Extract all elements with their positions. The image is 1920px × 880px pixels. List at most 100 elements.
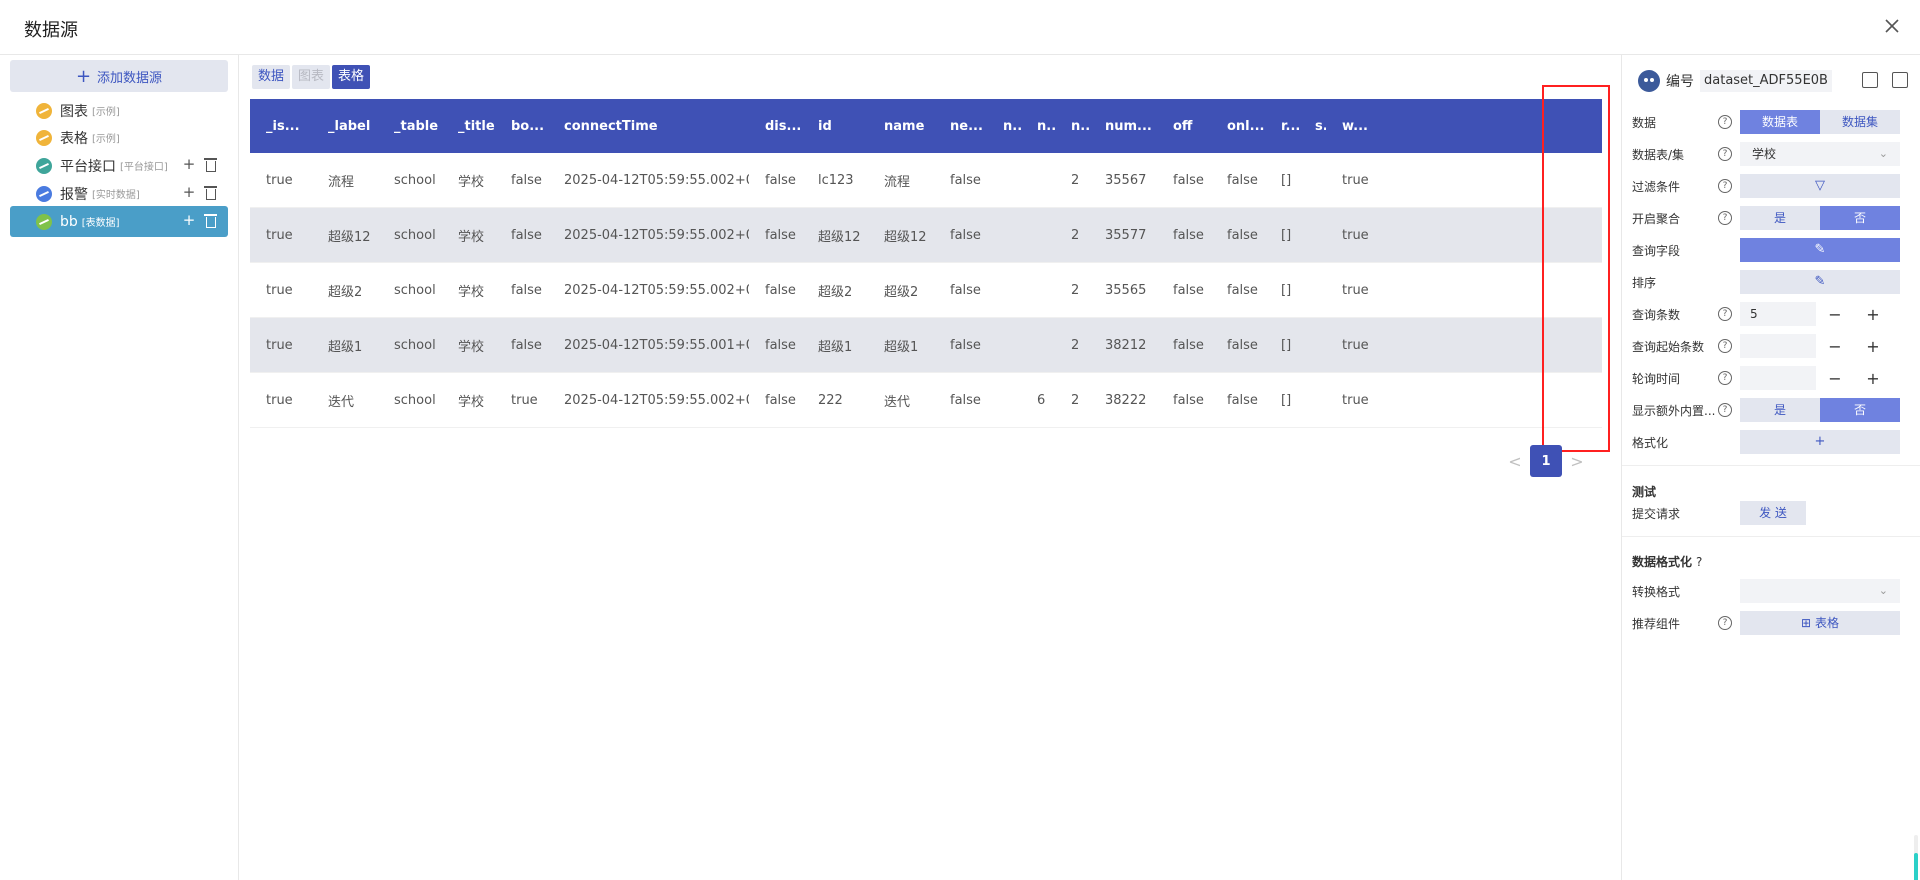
add-datasource-label: 添加数据源 — [97, 70, 163, 86]
table-row[interactable]: true 流程 school 学校 false 2025-04-12T05:59:55.0… — [250, 153, 1602, 208]
column-header[interactable]: n... — [1021, 99, 1055, 153]
trash-icon[interactable] — [204, 157, 218, 173]
table-cell: school — [394, 337, 436, 353]
column-header[interactable]: id — [802, 99, 868, 153]
plus-button[interactable]: + — [1854, 337, 1892, 356]
table-cell: false — [1227, 282, 1258, 298]
table-row[interactable]: true 超级12 school 学校 false 2025-04-12T05:59:55… — [250, 208, 1602, 263]
prev-page-button[interactable]: < — [1500, 452, 1530, 471]
table-cell: false — [511, 227, 542, 243]
filter-button[interactable]: ▽ — [1740, 174, 1900, 198]
column-header[interactable]: s... — [1299, 99, 1326, 153]
add-datasource-button[interactable]: + 添加数据源 — [10, 60, 228, 92]
sidebar-item-datasource[interactable]: 表格 [示例] — [10, 122, 228, 153]
dataset-id-value[interactable]: dataset_ADF55E0B — [1700, 70, 1832, 92]
table-cell: 迭代 — [328, 394, 355, 410]
data-type-toggle: 数据表 数据集 — [1740, 110, 1900, 134]
column-header[interactable]: ne... — [934, 99, 987, 153]
column-header[interactable]: bo... — [495, 99, 548, 153]
help-icon[interactable]: ? — [1718, 616, 1732, 630]
aggregation-yes-option[interactable]: 是 — [1740, 206, 1820, 230]
datasource-name: 报警 — [60, 186, 88, 203]
table-row[interactable]: true 迭代 school 学校 true 2025-04-12T05:59:55.00… — [250, 373, 1602, 428]
column-header[interactable]: dis... — [749, 99, 802, 153]
column-header[interactable]: name — [868, 99, 934, 153]
edit-icon[interactable] — [1892, 72, 1908, 88]
help-icon[interactable]: ? — [1718, 115, 1732, 129]
table-cell: false — [765, 227, 796, 243]
pencil-icon: ✎ — [1814, 242, 1826, 257]
minus-button[interactable]: − — [1816, 337, 1854, 356]
add-icon[interactable]: + — [182, 157, 196, 173]
convert-format-select[interactable]: ⌄ — [1740, 579, 1900, 603]
help-icon[interactable]: ? — [1718, 211, 1732, 225]
config-panel: 编号 dataset_ADF55E0B 数据 ? 数据表 数据集 数据表/集 ?… — [1621, 55, 1920, 880]
plus-button[interactable]: + — [1854, 369, 1892, 388]
column-header[interactable]: r... — [1265, 99, 1299, 153]
help-icon[interactable]: ? — [1718, 371, 1732, 385]
send-button[interactable]: 发 送 — [1740, 501, 1806, 525]
table-cell: false — [511, 337, 542, 353]
page-number-1[interactable]: 1 — [1530, 445, 1562, 477]
help-icon[interactable]: ? — [1718, 307, 1732, 321]
add-icon[interactable]: + — [182, 185, 196, 201]
table-cell: true — [1342, 392, 1369, 408]
table-cell: false — [765, 282, 796, 298]
query-start-input[interactable] — [1740, 334, 1816, 358]
help-icon[interactable]: ? — [1696, 555, 1702, 569]
table-cell: true — [266, 392, 293, 408]
help-icon[interactable]: ? — [1718, 339, 1732, 353]
tab-2[interactable]: 表格 — [332, 65, 371, 89]
sidebar-item-datasource[interactable]: 报警 [实时数据] + — [10, 178, 228, 209]
table-cell: true — [266, 337, 293, 353]
extra-yes-option[interactable]: 是 — [1740, 398, 1820, 422]
sidebar-item-datasource[interactable]: 平台接口 [平台接口] + — [10, 150, 228, 181]
column-header[interactable]: n... — [1055, 99, 1089, 153]
add-icon[interactable]: + — [182, 213, 196, 229]
column-header[interactable]: w... — [1326, 99, 1378, 153]
dataset-option[interactable]: 数据集 — [1820, 110, 1900, 134]
column-header[interactable]: n... — [987, 99, 1021, 153]
poll-time-input[interactable] — [1740, 366, 1816, 390]
plus-button[interactable]: + — [1854, 305, 1892, 324]
scrollbar-thumb[interactable] — [1914, 853, 1918, 880]
help-icon[interactable]: ? — [1718, 179, 1732, 193]
column-header[interactable]: connectTime — [548, 99, 749, 153]
close-icon[interactable] — [1880, 14, 1904, 38]
query-fields-edit-button[interactable]: ✎ — [1740, 238, 1900, 262]
column-header[interactable]: _title — [442, 99, 495, 153]
column-header[interactable]: off — [1157, 99, 1211, 153]
help-icon[interactable]: ? — [1718, 147, 1732, 161]
sidebar-item-datasource[interactable]: bb [表数据] + — [10, 206, 228, 237]
query-count-input[interactable]: 5 — [1740, 302, 1816, 326]
data-table-option[interactable]: 数据表 — [1740, 110, 1820, 134]
table-cell: true — [1342, 337, 1369, 353]
aggregation-no-option[interactable]: 否 — [1820, 206, 1900, 230]
table-cell — [987, 373, 1021, 427]
extra-no-option[interactable]: 否 — [1820, 398, 1900, 422]
tab-0[interactable]: 数据 — [252, 65, 291, 89]
column-header[interactable]: _is... — [250, 99, 312, 153]
column-header[interactable]: _label — [312, 99, 378, 153]
import-icon[interactable] — [1862, 72, 1878, 88]
convert-format-row: 转换格式 ⌄ — [1632, 579, 1912, 603]
column-header[interactable]: _table — [378, 99, 442, 153]
next-page-button[interactable]: > — [1562, 452, 1592, 471]
add-format-button[interactable]: + — [1740, 430, 1900, 454]
poll-time-label: 轮询时间 — [1632, 371, 1681, 386]
minus-button[interactable]: − — [1816, 369, 1854, 388]
trash-icon[interactable] — [204, 185, 218, 201]
trash-icon[interactable] — [204, 213, 218, 229]
grid-icon: ⊞ — [1801, 616, 1812, 630]
table-select[interactable]: 学校 ⌄ — [1740, 142, 1900, 166]
minus-button[interactable]: − — [1816, 305, 1854, 324]
column-header[interactable]: num... — [1089, 99, 1157, 153]
sort-edit-button[interactable]: ✎ — [1740, 270, 1900, 294]
table-row[interactable]: true 超级2 school 学校 false 2025-04-12T05:59:55.… — [250, 263, 1602, 318]
tab-1[interactable]: 图表 — [292, 65, 331, 89]
table-cell — [987, 153, 1021, 207]
column-header[interactable]: onl... — [1211, 99, 1265, 153]
help-icon[interactable]: ? — [1718, 403, 1732, 417]
table-row[interactable]: true 超级1 school 学校 false 2025-04-12T05:59:55.… — [250, 318, 1602, 373]
recommend-component-button[interactable]: ⊞ 表格 — [1740, 611, 1900, 635]
